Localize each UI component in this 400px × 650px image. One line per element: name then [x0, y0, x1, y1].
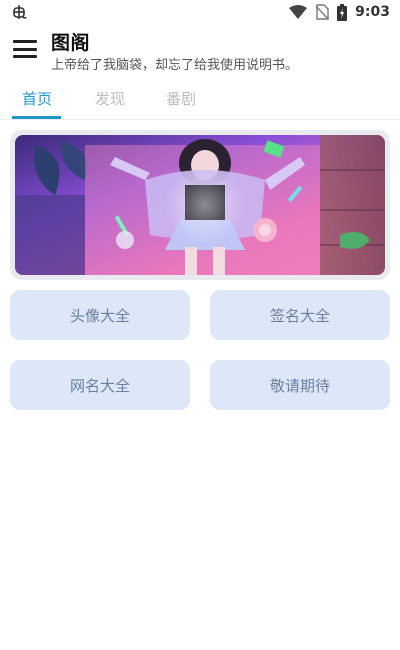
signature-collection-button[interactable]: 签名大全 [210, 290, 390, 340]
app-bar: 图阁 上帝给了我脑袋，却忘了给我使用说明书。 [0, 26, 400, 74]
nickname-collection-button[interactable]: 网名大全 [10, 360, 190, 410]
app-screen: 9:03 图阁 上帝给了我脑袋，却忘了给我使用说明书。 首页 发现 番剧 头像大… [0, 0, 400, 650]
tab-indicator [12, 116, 61, 119]
hamburger-menu-icon[interactable] [12, 38, 38, 60]
tab-bar: 首页 发现 番剧 [0, 80, 400, 120]
bug-icon [10, 3, 28, 21]
battery-charging-icon [337, 3, 348, 21]
wifi-icon [289, 5, 308, 19]
avatar-collection-button[interactable]: 头像大全 [10, 290, 190, 340]
tab-home[interactable]: 首页 [22, 88, 52, 109]
banner-image [15, 135, 385, 275]
coming-soon-button[interactable]: 敬请期待 [210, 360, 390, 410]
app-subtitle: 上帝给了我脑袋，却忘了给我使用说明书。 [51, 58, 299, 73]
banner-carousel[interactable] [10, 130, 390, 280]
clock: 9:03 [355, 4, 390, 20]
no-sim-icon [315, 4, 329, 20]
tab-discover[interactable]: 发现 [95, 88, 125, 109]
tab-anime[interactable]: 番剧 [166, 88, 196, 109]
status-bar: 9:03 [0, 0, 400, 24]
app-title: 图阁 [51, 32, 91, 54]
